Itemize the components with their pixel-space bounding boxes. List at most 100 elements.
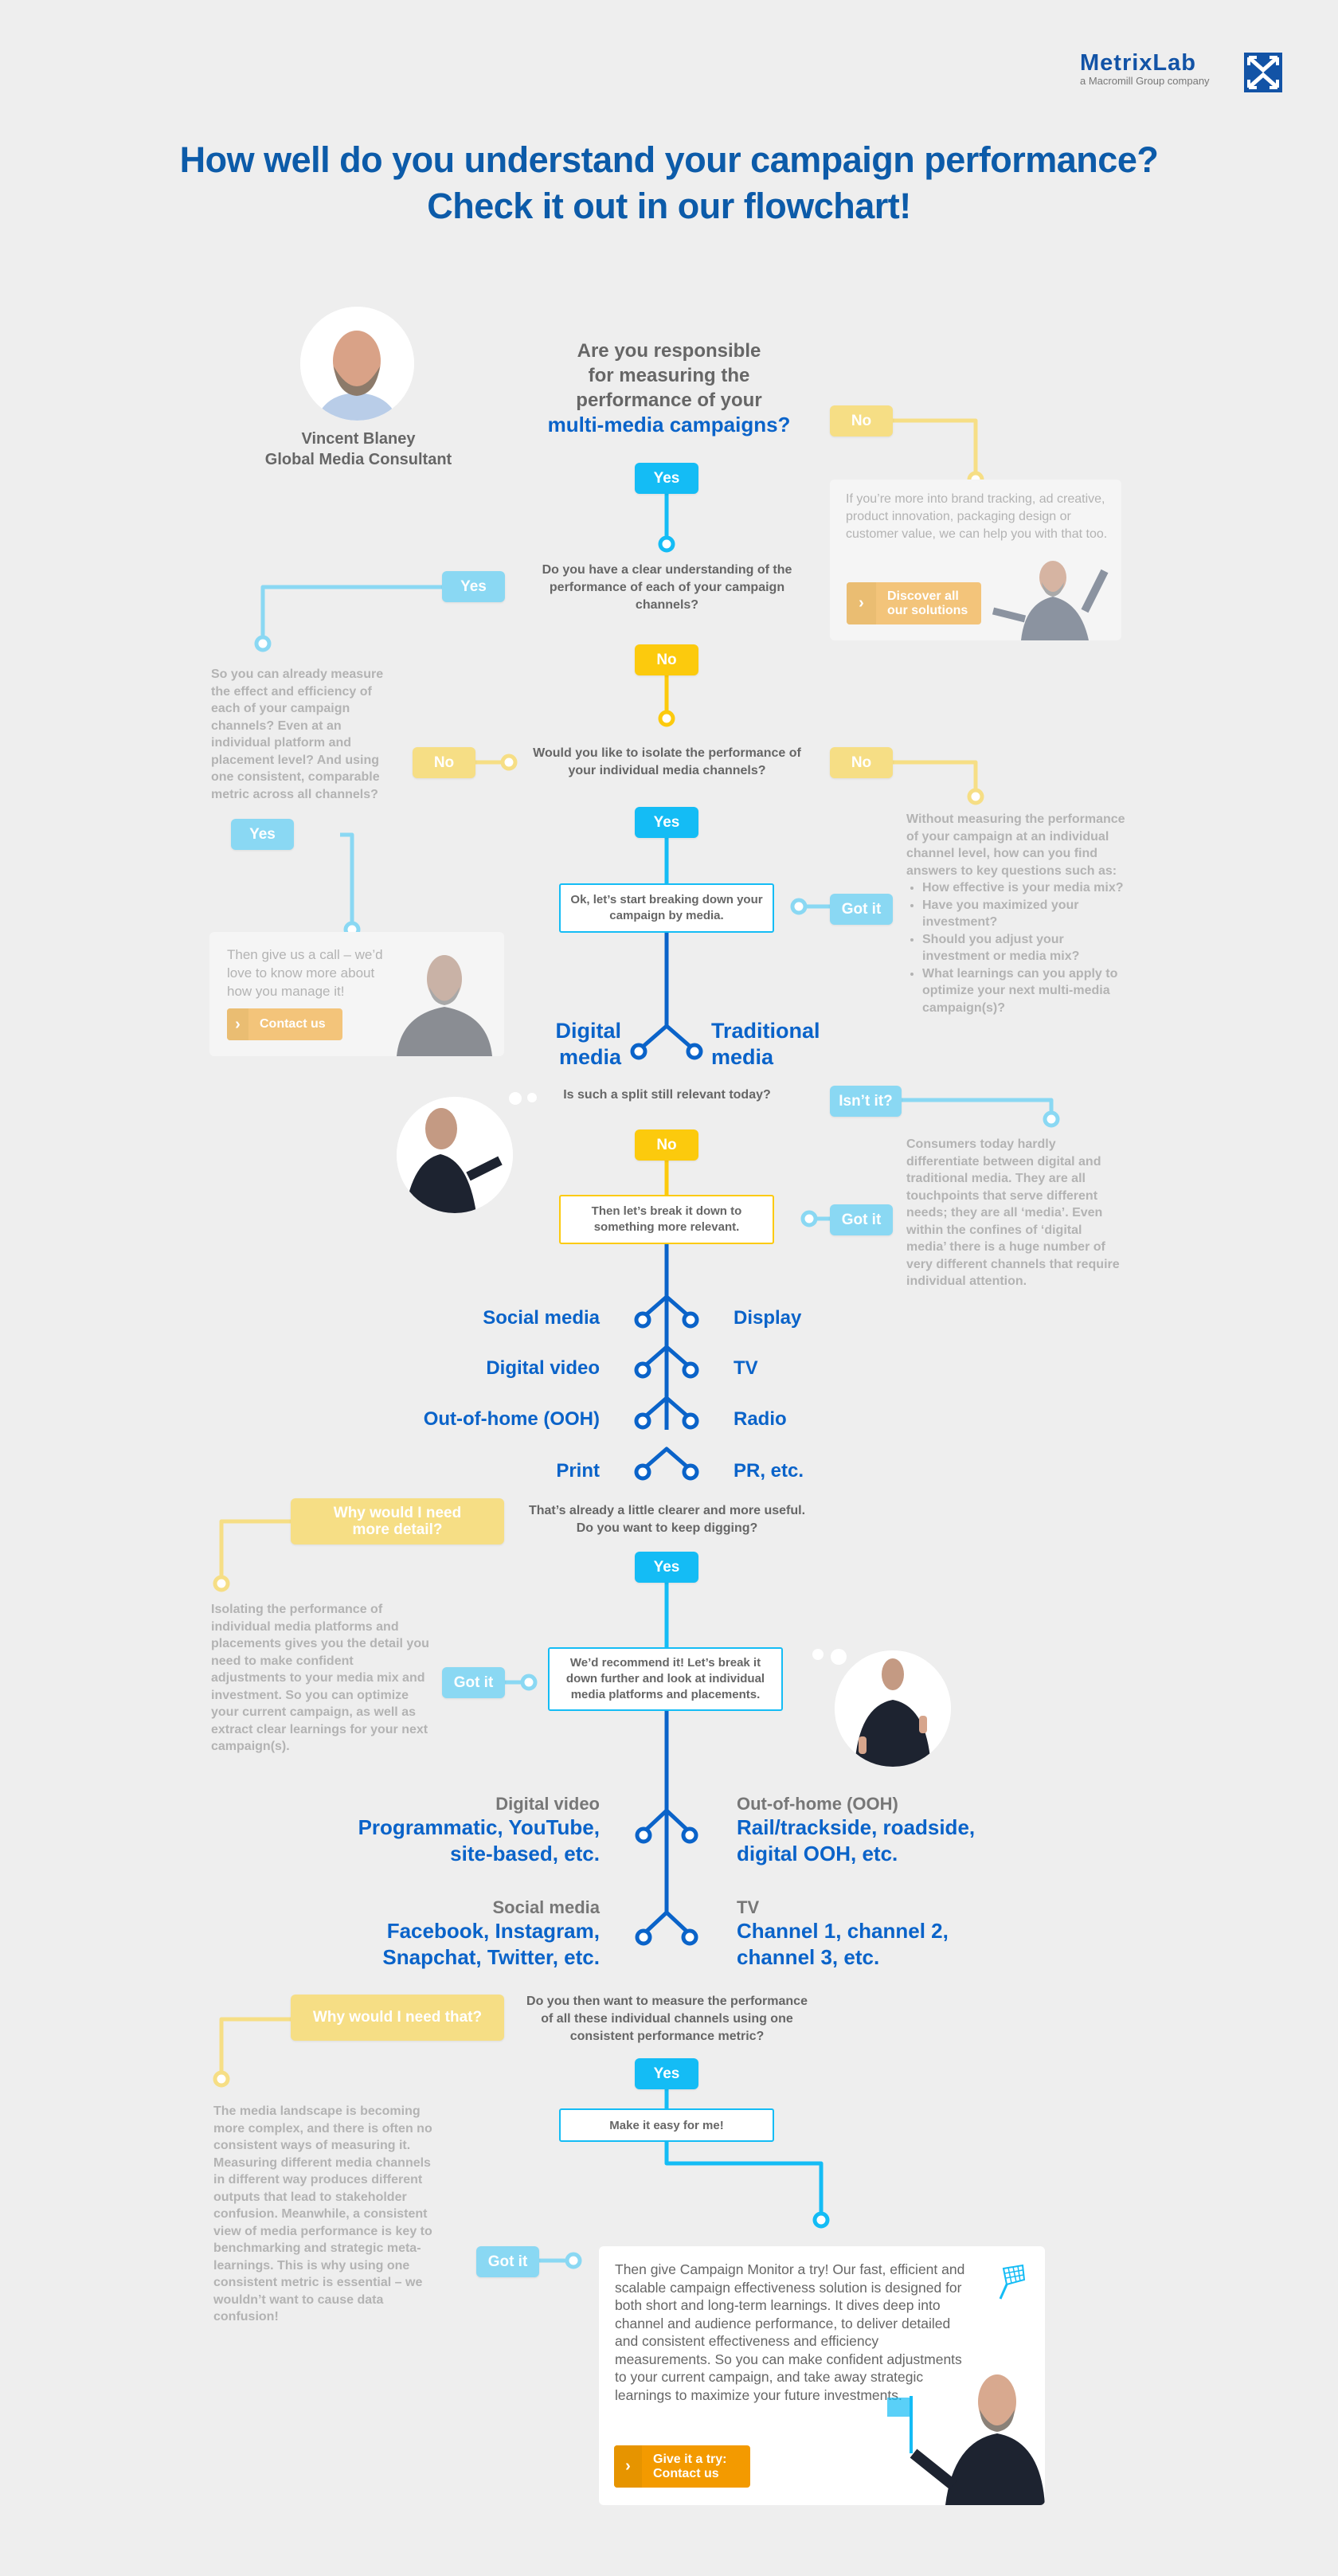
isnt-it-button[interactable]: Isn’t it? bbox=[830, 1086, 902, 1117]
channel-right: PR, etc. bbox=[734, 1460, 804, 1482]
isolating-performance-text: Isolating the performance of individual … bbox=[211, 1603, 429, 1753]
platform-social-media: Social media Facebook, Instagram, Snapch… bbox=[342, 1897, 600, 1971]
q1-line: Are you responsible bbox=[577, 340, 761, 362]
q4-no-button[interactable]: No bbox=[635, 1129, 698, 1161]
question-6: Do you then want to measure the performa… bbox=[526, 1995, 808, 2043]
consultant-role: Global Media Consultant bbox=[264, 451, 452, 468]
brand-logo[interactable]: MetrixLab a Macromill Group company bbox=[1080, 51, 1210, 88]
person-photo-icon bbox=[397, 1097, 513, 1213]
already-measure-text: So you can already measure the effect an… bbox=[211, 667, 384, 801]
key-question-item: What learnings can you apply to optimize… bbox=[922, 965, 1129, 1017]
channel-left: Digital video bbox=[486, 1357, 600, 1379]
q3-got-it-button[interactable]: Got it bbox=[830, 894, 893, 925]
metrixlab-logo-icon bbox=[1244, 53, 1282, 92]
traditional-media-label: Traditional media bbox=[711, 1019, 820, 1069]
channel-left: Out-of-home (OOH) bbox=[423, 1408, 600, 1430]
q1-no-button[interactable]: No bbox=[830, 405, 893, 437]
q1-yes-button[interactable]: Yes bbox=[635, 463, 698, 494]
consultant-photo-icon bbox=[397, 955, 492, 1056]
breakdown-by-media-box: Ok, let’s start breaking down your campa… bbox=[559, 883, 774, 933]
page-title: How well do you understand your campaign… bbox=[0, 137, 1338, 229]
q5-got-it-button[interactable]: Got it bbox=[442, 1667, 505, 1698]
channel-left: Print bbox=[556, 1460, 600, 1482]
contact-card: Then give us a call – we’d love to know … bbox=[209, 932, 504, 1056]
contact-us-label: Contact us bbox=[260, 1017, 326, 1031]
platform-category: Social media bbox=[492, 1897, 600, 1917]
q5-line-2: Do you want to keep digging? bbox=[576, 1521, 758, 1535]
platform-tv: TV Channel 1, channel 2, channel 3, etc. bbox=[737, 1897, 968, 1971]
person-photo-icon bbox=[835, 1650, 951, 1767]
platform-ooh: Out-of-home (OOH) Rail/trackside, roadsi… bbox=[737, 1794, 1000, 1867]
already-measure-no-button[interactable]: No bbox=[413, 747, 475, 778]
platform-detail: Channel 1, channel 2, channel 3, etc. bbox=[737, 1919, 949, 1969]
key-question-item: How effective is your media mix? bbox=[922, 879, 1129, 897]
checkered-flag-icon bbox=[999, 2264, 1026, 2300]
channel-right: TV bbox=[734, 1357, 758, 1379]
q2-no-button[interactable]: No bbox=[635, 644, 698, 675]
channel-left: Social media bbox=[483, 1307, 600, 1329]
already-measure-yes-button[interactable]: Yes bbox=[231, 819, 294, 850]
give-it-a-try-label: Give it a try: Contact us bbox=[642, 2445, 726, 2488]
q3-yes-button[interactable]: Yes bbox=[635, 807, 698, 838]
consultant-flag-icon bbox=[887, 2374, 1045, 2505]
consultant-caption: Vincent Blaney Global Media Consultant bbox=[239, 429, 478, 470]
consultant-thumbs-up-avatar bbox=[835, 1650, 951, 1767]
give-it-a-try-button[interactable]: › Give it a try: Contact us bbox=[614, 2445, 750, 2488]
q3-no-button[interactable]: No bbox=[830, 747, 893, 778]
consultant-avatar bbox=[300, 307, 414, 421]
digital-media-label: Digital media bbox=[555, 1019, 621, 1069]
key-question-item: Have you maximized your investment? bbox=[922, 897, 1129, 931]
solutions-card: If you’re more into brand tracking, ad c… bbox=[830, 480, 1121, 640]
q1-line: performance of your bbox=[576, 390, 762, 411]
consultant-pointing-icon bbox=[992, 561, 1109, 640]
media-landscape-text: The media landscape is becoming more com… bbox=[213, 2104, 432, 2323]
make-it-easy-box: Make it easy for me! bbox=[559, 2108, 774, 2142]
title-line-2: Check it out in our flowchart! bbox=[427, 186, 911, 226]
chevron-right-icon: › bbox=[614, 2445, 642, 2488]
q6-yes-button[interactable]: Yes bbox=[635, 2058, 698, 2089]
button-line: Contact us bbox=[653, 2466, 719, 2480]
title-line-1: How well do you understand your campaign… bbox=[179, 139, 1159, 180]
chevron-right-icon: › bbox=[227, 1008, 248, 1040]
discover-solutions-button[interactable]: › Discover all our solutions bbox=[847, 582, 981, 624]
recommend-breakdown-box: We’d recommend it! Let’s break it down f… bbox=[548, 1647, 783, 1711]
consultant-name: Vincent Blaney bbox=[301, 430, 416, 448]
channel-right: Display bbox=[734, 1307, 802, 1329]
individual-channel-intro: Without measuring the performance of you… bbox=[906, 812, 1125, 878]
question-4: Is such a split still relevant today? bbox=[563, 1088, 771, 1102]
platform-category: Digital video bbox=[495, 1794, 600, 1814]
channel-right: Radio bbox=[734, 1408, 787, 1430]
platform-category: Out-of-home (OOH) bbox=[737, 1794, 898, 1814]
key-questions-list: How effective is your media mix? Have yo… bbox=[906, 879, 1129, 1016]
campaign-monitor-card: Then give Campaign Monitor a try! Our fa… bbox=[599, 2246, 1045, 2505]
why-more-detail-button[interactable]: Why would I need more detail? bbox=[291, 1498, 504, 1544]
brand-name: MetrixLab bbox=[1080, 50, 1196, 76]
q5-line-1: That’s already a little clearer and more… bbox=[528, 1504, 806, 1517]
platform-detail: Programmatic, YouTube, site-based, etc. bbox=[358, 1815, 600, 1865]
question-5: That’s already a little clearer and more… bbox=[510, 1502, 824, 1537]
q6-got-it-button[interactable]: Got it bbox=[476, 2246, 539, 2277]
solutions-card-text: If you’re more into brand tracking, ad c… bbox=[846, 492, 1108, 541]
person-photo-icon bbox=[300, 307, 414, 421]
question-3: Would you like to isolate the performanc… bbox=[533, 746, 801, 777]
q1-highlight: multi-media campaigns? bbox=[547, 413, 791, 437]
contact-us-button[interactable]: › Contact us bbox=[227, 1008, 342, 1040]
thought-bubble-dot bbox=[527, 1093, 537, 1102]
chevron-right-icon: › bbox=[847, 582, 876, 624]
button-line: Give it a try: bbox=[653, 2452, 727, 2466]
contact-card-text: Then give us a call – we’d love to know … bbox=[227, 947, 383, 999]
brand-tagline: a Macromill Group company bbox=[1080, 75, 1210, 87]
q5-yes-button[interactable]: Yes bbox=[635, 1552, 698, 1583]
platform-detail: Rail/trackside, roadside, digital OOH, e… bbox=[737, 1815, 976, 1865]
thought-bubble-dot bbox=[509, 1092, 522, 1105]
platform-digital-video: Digital video Programmatic, YouTube, sit… bbox=[342, 1794, 600, 1867]
why-need-that-button[interactable]: Why would I need that? bbox=[291, 1995, 504, 2041]
consumers-text: Consumers today hardly differentiate bet… bbox=[906, 1137, 1120, 1288]
platform-detail: Facebook, Instagram, Snapchat, Twitter, … bbox=[382, 1919, 600, 1969]
platform-category: TV bbox=[737, 1897, 760, 1917]
consultant-thinking-avatar bbox=[397, 1097, 513, 1213]
q2-yes-button[interactable]: Yes bbox=[442, 571, 505, 602]
question-2: Do you have a clear understanding of the… bbox=[542, 563, 792, 612]
relevant-breakdown-box: Then let’s break it down to something mo… bbox=[559, 1195, 774, 1244]
q4-got-it-button[interactable]: Got it bbox=[830, 1204, 893, 1235]
